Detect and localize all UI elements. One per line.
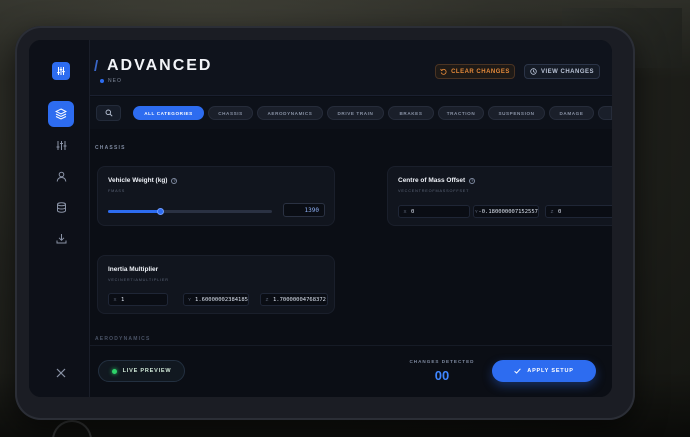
search-button[interactable] xyxy=(96,105,121,121)
sidebar-item-download[interactable] xyxy=(48,225,74,251)
com-x-value: 0 xyxy=(411,208,415,215)
undo-icon xyxy=(440,68,447,75)
sidebar-item-profile[interactable] xyxy=(48,163,74,189)
download-icon xyxy=(56,233,66,243)
database-icon xyxy=(56,201,66,213)
vehicle-weight-label: Vehicle Weight (kg) xyxy=(108,177,168,184)
status-dot xyxy=(100,79,104,83)
tab-suspension[interactable]: SUSPENSION xyxy=(488,106,545,120)
changes-detected-label: CHANGES DETECTED xyxy=(409,359,475,364)
com-x-input[interactable]: X0 xyxy=(398,205,470,218)
centre-of-mass-label: Centre of Mass Offset xyxy=(398,177,466,184)
slider-fill xyxy=(108,210,161,213)
com-z-value: 0 xyxy=(558,208,562,215)
tab-damage[interactable]: DAMAGE xyxy=(549,106,594,120)
tuning-panel: / ADVANCED NEO CLEAR CHANGES VIEW CHANGE… xyxy=(29,40,612,397)
tab-brakes[interactable]: BRAKES xyxy=(388,106,434,120)
inertia-multiplier-label: Inertia Multiplier xyxy=(108,266,159,273)
vehicle-name: NEO xyxy=(108,78,122,84)
changes-detected-count: 00 xyxy=(434,368,450,383)
centre-of-mass-title: Centre of Mass Offset ? xyxy=(398,177,476,184)
centre-of-mass-key: VECCENTREOFMASSOFFSET xyxy=(398,189,470,193)
inertia-y-input[interactable]: Y 1.60000002384185 xyxy=(183,293,249,306)
info-icon[interactable]: ? xyxy=(469,177,476,184)
category-bar: ALL CATEGORIES CHASSIS AERODYNAMICS DRIV… xyxy=(90,97,612,129)
close-button[interactable] xyxy=(53,365,69,381)
live-indicator xyxy=(111,368,117,374)
page-subtitle: NEO xyxy=(100,78,122,84)
tab-chassis[interactable]: CHASSIS xyxy=(208,106,253,120)
apply-setup-button[interactable]: APPLY SETUP xyxy=(492,360,596,382)
axis-x-label: X xyxy=(113,297,117,302)
centre-of-mass-card: Centre of Mass Offset ? VECCENTREOFMASSO… xyxy=(387,166,612,226)
vehicle-weight-title: Vehicle Weight (kg) ? xyxy=(108,177,178,184)
tab-drive-train[interactable]: DRIVE TRAIN xyxy=(327,106,384,120)
inertia-x-value: 1 xyxy=(121,296,125,303)
com-y-input[interactable]: Y -0.180000007152557 xyxy=(473,205,539,218)
clock-icon xyxy=(530,68,537,75)
sidebar-item-database[interactable] xyxy=(48,194,74,220)
section-chassis-label: CHASSIS xyxy=(95,145,126,151)
vehicle-weight-slider[interactable] xyxy=(108,208,272,215)
settings-content: CHASSIS Vehicle Weight (kg) ? FMASS 1390… xyxy=(90,130,612,345)
search-icon xyxy=(105,109,113,117)
inertia-multiplier-title: Inertia Multiplier xyxy=(108,266,158,273)
section-aerodynamics-label: AERODYNAMICS xyxy=(95,336,151,342)
tab-traction[interactable]: TRACTION xyxy=(438,106,484,120)
sidebar-item-layers[interactable] xyxy=(48,101,74,127)
close-icon xyxy=(56,368,66,378)
clear-changes-button[interactable]: CLEAR CHANGES xyxy=(435,64,515,79)
com-z-input[interactable]: Z0 xyxy=(545,205,612,218)
sidebar-item-tuning[interactable] xyxy=(48,132,74,158)
info-icon[interactable]: ? xyxy=(171,177,178,184)
tab-aerodynamics[interactable]: AERODYNAMICS xyxy=(257,106,323,120)
axis-z-label: Z xyxy=(550,209,554,214)
inertia-z-input[interactable]: Z 1.70000004768372 xyxy=(260,293,328,306)
tab-all-categories[interactable]: ALL CATEGORIES xyxy=(133,106,204,120)
axis-y-label: Y xyxy=(188,297,192,302)
sidebar xyxy=(29,40,90,397)
axis-x-label: X xyxy=(403,209,407,214)
inertia-x-input[interactable]: X1 xyxy=(108,293,168,306)
apply-setup-label: APPLY SETUP xyxy=(527,368,574,374)
tab-overflow[interactable] xyxy=(598,106,612,120)
axis-z-label: Z xyxy=(265,297,269,302)
title-slash: / xyxy=(94,58,99,75)
footer: LIVE PREVIEW CHANGES DETECTED 00 APPLY S… xyxy=(90,345,612,397)
inertia-multiplier-key: VECINERTIAMULTIPLIER xyxy=(108,278,169,282)
check-icon xyxy=(514,368,522,374)
vehicle-weight-input[interactable]: 1390 xyxy=(283,203,325,217)
slider-handle[interactable] xyxy=(156,208,164,215)
clear-changes-label: CLEAR CHANGES xyxy=(451,68,510,75)
app-logo-icon xyxy=(52,62,70,80)
live-preview-button[interactable]: LIVE PREVIEW xyxy=(98,360,185,382)
page-title: ADVANCED xyxy=(107,57,213,74)
vehicle-weight-card: Vehicle Weight (kg) ? FMASS 1390 xyxy=(97,166,335,226)
vehicle-weight-key: FMASS xyxy=(108,189,126,193)
view-changes-button[interactable]: VIEW CHANGES xyxy=(524,64,600,79)
inertia-y-value: 1.60000002384185 xyxy=(195,296,248,303)
user-icon xyxy=(56,171,66,182)
live-preview-label: LIVE PREVIEW xyxy=(122,368,172,374)
view-changes-label: VIEW CHANGES xyxy=(540,68,594,75)
inertia-multiplier-card: Inertia Multiplier VECINERTIAMULTIPLIER … xyxy=(97,255,335,314)
inertia-z-value: 1.70000004768372 xyxy=(273,296,326,303)
sliders-icon xyxy=(56,140,66,150)
com-y-value: -0.180000007152557 xyxy=(478,208,538,215)
layers-icon xyxy=(55,108,67,120)
header: / ADVANCED NEO CLEAR CHANGES VIEW CHANGE… xyxy=(90,40,612,96)
